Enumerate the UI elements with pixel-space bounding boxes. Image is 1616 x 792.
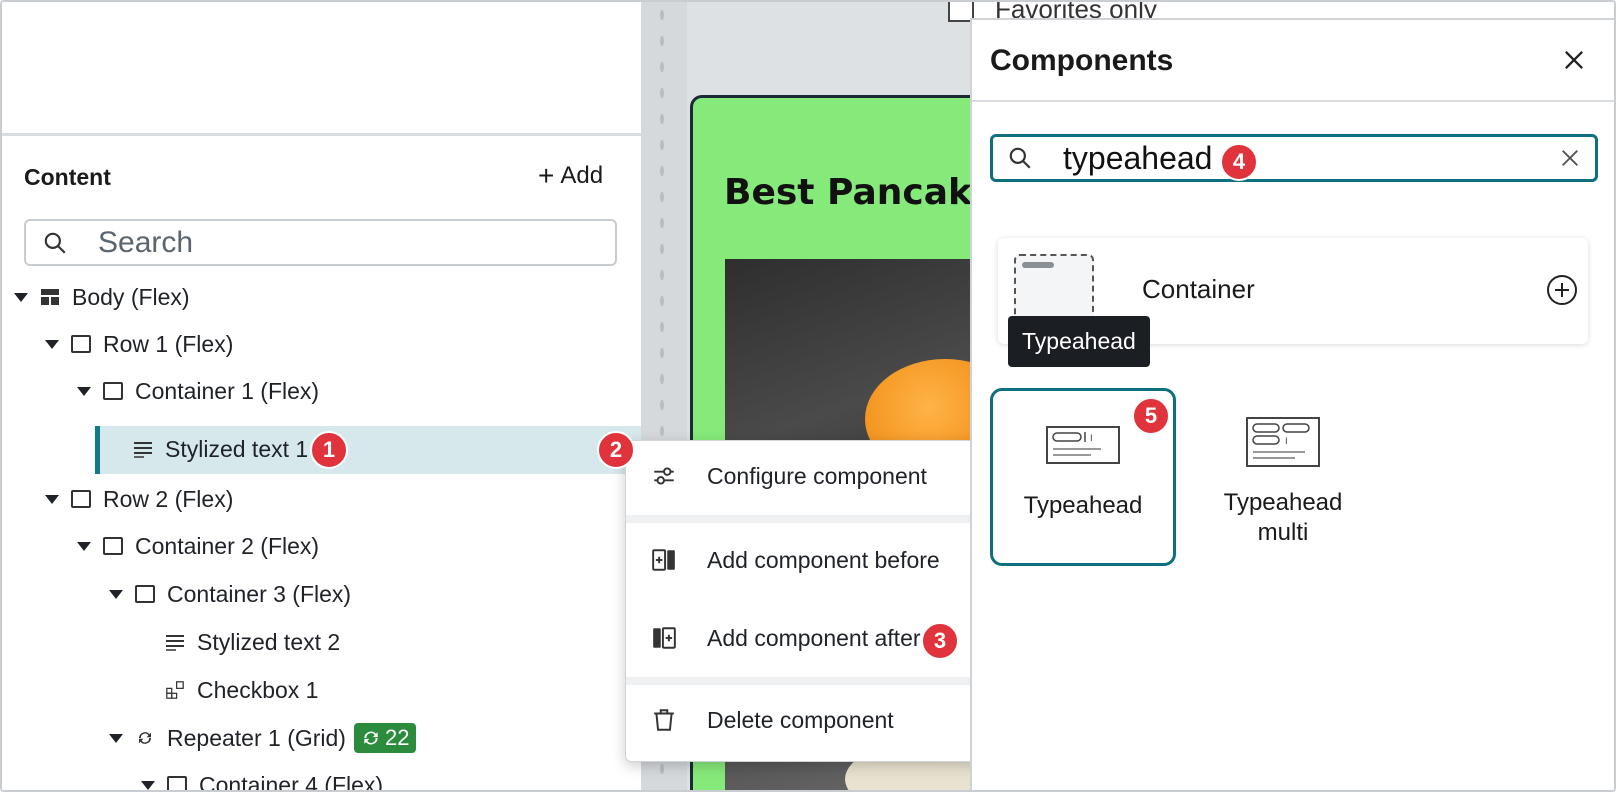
search-icon — [44, 232, 66, 254]
plus-icon: + — [538, 160, 555, 191]
caret-down-icon[interactable] — [141, 780, 155, 790]
caret-down-icon[interactable] — [45, 339, 59, 349]
tree-item-checkbox-1[interactable]: Checkbox 1 — [165, 667, 318, 713]
step-badge-2: 2 — [597, 431, 635, 469]
menu-item-delete[interactable]: Delete component — [626, 685, 986, 755]
content-search-input[interactable] — [98, 225, 578, 260]
caret-down-icon[interactable] — [109, 589, 123, 599]
menu-item-configure[interactable]: Configure component — [626, 441, 986, 511]
tree-item-body[interactable]: Body (Flex) — [14, 274, 190, 320]
layout-icon — [41, 289, 59, 305]
tree-item-row1[interactable]: Row 1 (Flex) — [45, 321, 233, 367]
panel-divider — [972, 100, 1614, 102]
tree-item-label: Container 2 (Flex) — [135, 532, 320, 559]
repeat-icon — [364, 731, 378, 745]
menu-item-label: Add component before — [707, 546, 940, 573]
svg-text:I: I — [1090, 434, 1093, 444]
add-circle-icon[interactable] — [1546, 274, 1578, 306]
tree-item-label: Row 1 (Flex) — [103, 330, 234, 357]
tile-label: Typeahead — [1023, 492, 1143, 519]
menu-item-label: Delete component — [707, 706, 894, 733]
container-icon — [103, 537, 123, 555]
tree-item-label: Container 3 (Flex) — [167, 580, 352, 607]
tree-item-container4[interactable]: Container 4 (Flex) — [141, 762, 384, 792]
typeahead-multi-icon: I — [1246, 417, 1320, 467]
tree-item-label: Stylized text 1 — [165, 435, 309, 462]
left-top-area — [2, 2, 641, 136]
container-icon — [71, 335, 91, 353]
svg-text:I: I — [1285, 437, 1288, 447]
insert-before-icon — [652, 549, 675, 571]
context-menu: Configure component Add component before… — [625, 440, 986, 762]
menu-item-label: Configure component — [707, 462, 927, 489]
search-icon — [1009, 147, 1031, 169]
caret-down-icon[interactable] — [77, 541, 91, 551]
menu-item-label: Add component after — [707, 624, 921, 651]
step-badge-3: 3 — [921, 622, 959, 660]
container-label: Container — [1142, 274, 1255, 304]
container-icon — [167, 776, 187, 790]
text-lines-icon — [134, 442, 152, 458]
tree-item-container2[interactable]: Container 2 (Flex) — [77, 523, 319, 569]
container-icon — [71, 490, 91, 508]
sliders-icon — [654, 467, 674, 485]
tree-item-container3[interactable]: Container 3 (Flex) — [109, 571, 351, 617]
menu-divider — [626, 677, 986, 685]
repeat-icon — [139, 732, 151, 744]
tree-item-label: Container 1 (Flex) — [135, 377, 320, 404]
typeahead-tooltip: Typeahead — [1008, 316, 1150, 367]
clear-search-icon[interactable] — [1559, 147, 1581, 169]
tree-item-label: Repeater 1 (Grid) — [167, 724, 346, 751]
caret-down-icon[interactable] — [109, 733, 123, 743]
repeater-count-badge: 22 — [353, 723, 417, 753]
text-lines-icon — [166, 635, 184, 651]
step-badge-5: 5 — [1132, 397, 1170, 435]
add-button[interactable]: + Add — [538, 162, 603, 190]
add-button-label: Add — [560, 162, 604, 189]
menu-divider — [626, 515, 986, 523]
tree-item-row2[interactable]: Row 2 (Flex) — [45, 476, 233, 522]
caret-down-icon[interactable] — [14, 292, 28, 302]
checkbox-component-icon — [166, 681, 184, 699]
caret-down-icon[interactable] — [77, 386, 91, 396]
container-icon — [103, 382, 123, 400]
tree-item-label: Checkbox 1 — [197, 676, 319, 703]
container-icon — [135, 585, 155, 603]
insert-after-icon — [653, 627, 676, 649]
step-badge-4: 4 — [1220, 143, 1258, 181]
tree-item-label: Row 2 (Flex) — [103, 485, 234, 512]
container-thumbnail-bar — [1022, 262, 1054, 268]
step-badge-1: 1 — [310, 431, 348, 469]
component-search-field[interactable]: typeahead — [990, 134, 1598, 182]
content-search-field[interactable] — [24, 219, 617, 266]
caret-down-icon[interactable] — [45, 494, 59, 504]
components-panel-title: Components — [990, 44, 1174, 77]
left-panel: Content + Add Body (Flex) Row 1 (Flex) C… — [2, 2, 641, 792]
menu-item-add-before[interactable]: Add component before — [626, 525, 986, 595]
app-frame: Content + Add Body (Flex) Row 1 (Flex) C… — [0, 0, 1616, 792]
tree-item-stylized-text-2[interactable]: Stylized text 2 — [165, 619, 340, 665]
components-panel: Components typeahead Container Typeahead… — [970, 18, 1614, 790]
tree-item-repeater-1[interactable]: Repeater 1 (Grid) 22 — [109, 715, 417, 761]
tree-item-stylized-text-1[interactable]: Stylized text 1 — [133, 426, 308, 472]
tree-item-label: Container 4 (Flex) — [199, 771, 384, 792]
component-tile-typeahead-multi[interactable]: I Typeahead multi — [1190, 388, 1376, 566]
trash-icon — [654, 709, 674, 731]
content-title: Content — [24, 164, 111, 190]
component-search-value: typeahead — [1063, 139, 1213, 176]
tree-item-label: Body (Flex) — [72, 283, 190, 310]
tree-item-container1[interactable]: Container 1 (Flex) — [77, 368, 319, 414]
repeater-count: 22 — [384, 725, 410, 750]
tile-label: Typeahead multi — [1223, 489, 1343, 546]
typeahead-icon: I — [1046, 426, 1120, 464]
tree-item-label: Stylized text 2 — [197, 628, 341, 655]
close-icon[interactable] — [1560, 46, 1588, 74]
